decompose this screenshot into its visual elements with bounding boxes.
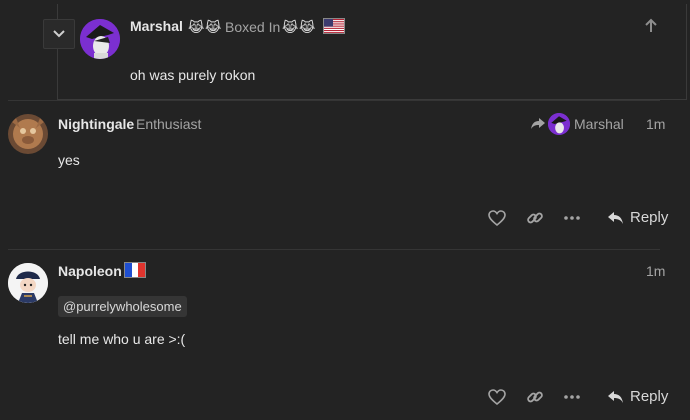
us-flag-icon	[323, 18, 345, 34]
reply-to-username: Marshal	[574, 116, 624, 132]
divider	[8, 249, 660, 250]
napoleon-avatar-image	[8, 263, 48, 303]
heart-icon	[488, 210, 506, 226]
chevron-down-icon	[53, 30, 65, 38]
post-date[interactable]: 1m	[646, 263, 665, 279]
reply-arrow-icon	[608, 211, 623, 224]
heart-icon	[488, 389, 506, 405]
link-icon	[527, 212, 543, 224]
post-date[interactable]: 1m	[646, 116, 665, 132]
more-actions-button[interactable]	[563, 209, 581, 227]
go-to-quoted-post-button[interactable]	[643, 18, 659, 39]
nightingale-avatar-image	[8, 114, 48, 154]
marshal-avatar-image	[80, 19, 120, 59]
username[interactable]: Marshal	[130, 18, 183, 34]
divider	[8, 100, 660, 101]
france-flag-icon	[124, 262, 146, 278]
arrow-up-icon	[645, 18, 657, 32]
like-button[interactable]	[488, 209, 506, 227]
more-actions-button[interactable]	[563, 388, 581, 406]
post-text: tell me who u are >:(	[58, 331, 186, 347]
ellipsis-icon	[564, 395, 580, 399]
quote-text: oh was purely rokon	[130, 67, 256, 83]
avatar[interactable]	[80, 19, 120, 59]
post-text: yes	[58, 152, 80, 168]
topic-thread: Marshal 😹 😹 Boxed In 😹 😹 oh was purely r…	[0, 0, 690, 420]
user-title: Boxed In	[225, 19, 281, 35]
reply-button-label: Reply	[630, 209, 669, 226]
expand-quote-button[interactable]	[43, 19, 75, 49]
reply-button[interactable]: Reply	[607, 209, 668, 226]
cat-joy-icon: 😹	[299, 19, 316, 35]
link-icon	[527, 391, 543, 403]
cat-joy-icon: 😹	[282, 19, 299, 35]
avatar[interactable]	[8, 114, 48, 154]
cat-joy-icon: 😹	[188, 19, 205, 35]
reply-button-label: Reply	[630, 388, 669, 405]
like-button[interactable]	[488, 388, 506, 406]
share-arrow-icon	[531, 118, 545, 129]
reply-to-tab[interactable]: Marshal	[530, 112, 624, 136]
username[interactable]: Napoleon	[58, 263, 122, 279]
cat-joy-icon: 😹	[205, 19, 222, 35]
ellipsis-icon	[564, 216, 580, 220]
reply-arrow-icon	[608, 390, 623, 403]
copy-link-button[interactable]	[526, 209, 544, 227]
user-mention[interactable]: @purrelywholesome	[58, 296, 187, 317]
avatar	[548, 113, 570, 135]
reply-button[interactable]: Reply	[607, 388, 668, 405]
user-title: Enthusiast	[136, 116, 202, 132]
avatar[interactable]	[8, 263, 48, 303]
copy-link-button[interactable]	[526, 388, 544, 406]
username[interactable]: Nightingale	[58, 116, 134, 132]
